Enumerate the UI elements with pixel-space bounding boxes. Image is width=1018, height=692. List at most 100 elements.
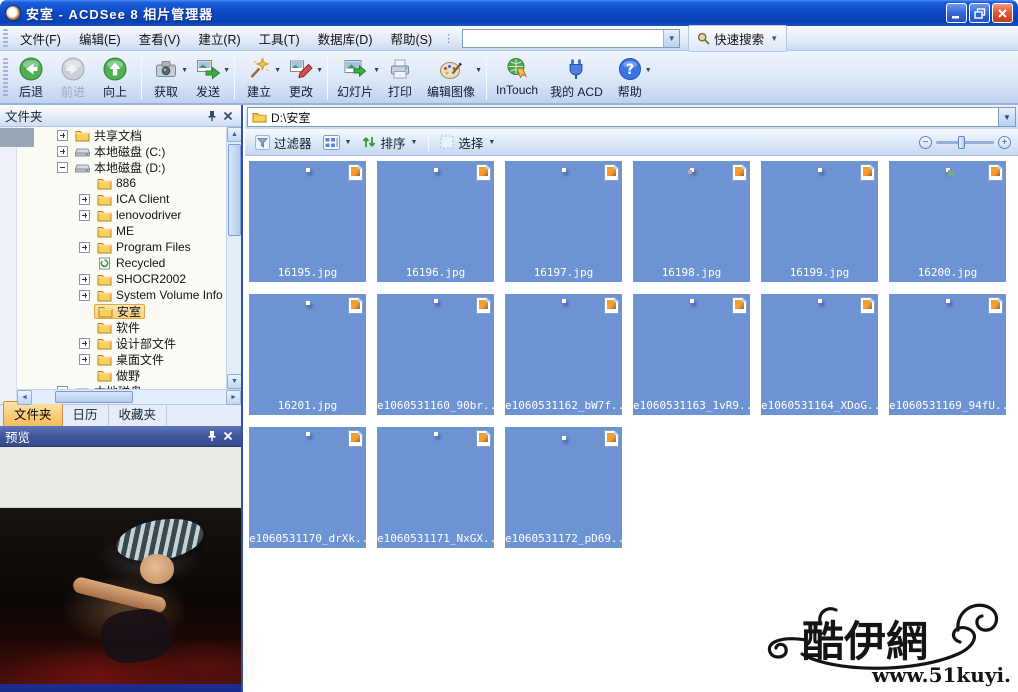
edit-image-button[interactable]: 编辑图像▼ [422,55,482,100]
tree-item-软件[interactable]: 软件 [17,319,241,335]
tree-item-886[interactable]: 886 [17,175,241,191]
address-dropdown-icon[interactable]: ▼ [999,107,1016,127]
menu-item-3[interactable]: 查看(V) [130,29,190,51]
combobox-dropdown-icon[interactable]: ▼ [663,30,679,47]
expand-icon[interactable] [79,290,90,301]
minimize-button[interactable] [946,3,967,23]
thumbnail-16200-jpg[interactable]: 16200.jpg [889,161,1006,282]
send-button[interactable]: 发送▼ [188,55,230,100]
preview-image[interactable] [0,508,241,684]
tab-文件夹[interactable]: 文件夹 [3,401,63,426]
up-button[interactable]: 向上 [95,55,137,100]
menu-item-4[interactable]: 建立(R) [189,29,249,51]
menu-overflow-icon[interactable]: ⋮ [443,32,454,45]
tree-item-本地磁盘-C-[interactable]: 本地磁盘 (C:) [17,143,241,159]
menu-item-1[interactable]: 文件(F) [11,29,70,51]
menu-item-2[interactable]: 编辑(E) [70,29,130,51]
tab-收藏夹[interactable]: 收藏夹 [109,402,168,426]
zoom-out-icon[interactable]: − [919,136,932,149]
scroll-right-icon[interactable]: ► [226,390,241,405]
slider-thumb[interactable] [958,136,965,149]
scroll-left-icon[interactable]: ◄ [17,390,32,405]
print-button[interactable]: 打印 [380,55,422,100]
thumbnail-e1060531170_drXk-[interactable]: e1060531170_drXk... [249,427,366,548]
select-dropdown-icon[interactable]: ▼ [488,139,495,146]
close-button[interactable] [992,3,1013,23]
intouch-button[interactable]: InTouch [491,55,545,100]
tree-horizontal-scrollbar[interactable]: ◄ ► [17,389,241,404]
zoom-in-icon[interactable]: + [998,136,1011,149]
search-combobox[interactable]: ▼ [462,29,680,48]
tree-item-安室[interactable]: 安室 [17,303,241,319]
back-button[interactable]: 后退 [11,55,53,100]
modify-dropdown-icon[interactable]: ▼ [316,67,323,74]
thumbnail-e1060531162_bW7f-[interactable]: e1060531162_bW7f... [505,294,622,415]
sort-dropdown-icon[interactable]: ▼ [410,139,417,146]
send-dropdown-icon[interactable]: ▼ [223,67,230,74]
select-button[interactable]: 选择 ▼ [437,131,498,154]
expand-icon[interactable] [57,146,68,157]
tree-vertical-scrollbar[interactable]: ▲ ▼ [226,127,241,389]
edit-image-dropdown-icon[interactable]: ▼ [475,67,482,74]
my-acd-button[interactable]: 我的 ACD [545,55,610,100]
thumbnail-16195-jpg[interactable]: 16195.jpg [249,161,366,282]
help-button[interactable]: ?帮助▼ [610,55,652,100]
tree-vscroll-thumb[interactable] [228,144,241,236]
tree-item-桌面文件[interactable]: 桌面文件 [17,351,241,367]
modify-button[interactable]: 更改▼ [281,55,323,100]
toolbar-grip[interactable] [3,29,8,47]
tree-item-ICA-Client[interactable]: ICA Client [17,191,241,207]
slideshow-button[interactable]: 幻灯片▼ [332,55,380,100]
scroll-up-icon[interactable]: ▲ [227,127,241,142]
preview-pin-icon[interactable] [204,429,220,444]
thumbnail-16199-jpg[interactable]: 16199.jpg [761,161,878,282]
pin-icon[interactable] [204,108,220,123]
expand-icon[interactable] [79,210,90,221]
filter-button[interactable]: 过滤器 [252,131,315,154]
thumbnail-e1060531163_1vR9-[interactable]: e1060531163_1vR9... [633,294,750,415]
restore-button[interactable] [969,3,990,23]
acquire-dropdown-icon[interactable]: ▼ [181,67,188,74]
tab-日历[interactable]: 日历 [63,402,109,426]
slider-track[interactable] [936,141,994,144]
expand-icon[interactable] [79,242,90,253]
expand-icon[interactable] [79,194,90,205]
tree-item-设计部文件[interactable]: 设计部文件 [17,335,241,351]
tree-hscroll-thumb[interactable] [55,391,133,403]
thumbnail-e1060531171_NxGX-[interactable]: e1060531171_NxGX... [377,427,494,548]
view-mode-dropdown-icon[interactable]: ▼ [345,139,352,146]
create-dropdown-icon[interactable]: ▼ [274,67,281,74]
collapse-icon[interactable] [57,162,68,173]
create-button[interactable]: 建立▼ [239,55,281,100]
thumbnail-e1060531164_XDoG-[interactable]: e1060531164_XDoG... [761,294,878,415]
menu-item-5[interactable]: 工具(T) [250,29,309,51]
scroll-down-icon[interactable]: ▼ [227,374,241,389]
expand-icon[interactable] [79,338,90,349]
thumbnail-16201-jpg[interactable]: 16201.jpg [249,294,366,415]
menu-item-6[interactable]: 数据库(D) [309,29,382,51]
thumbnail-e1060531172_pD69-[interactable]: e1060531172_pD69... [505,427,622,548]
address-field[interactable]: D:\安室 [247,107,999,127]
expand-icon[interactable] [79,274,90,285]
tree-item-做野[interactable]: 做野 [17,367,241,383]
help-dropdown-icon[interactable]: ▼ [645,67,652,74]
toolbar-grip2[interactable] [3,58,8,98]
tree-item-共享文档[interactable]: 共享文档 [17,127,241,143]
tree-item-SHOCR2002[interactable]: SHOCR2002 [17,271,241,287]
tree-item-Program-Files[interactable]: Program Files [17,239,241,255]
tree-item-ME[interactable]: ME [17,223,241,239]
quick-search-button[interactable]: 快速搜索 ▼ [688,25,787,52]
thumbnail-16198-jpg[interactable]: 16198.jpg [633,161,750,282]
close-panel-icon[interactable] [220,108,236,123]
menu-item-7[interactable]: 帮助(S) [382,29,442,51]
view-mode-button[interactable]: ▼ [320,133,355,152]
sort-button[interactable]: 排序 ▼ [359,131,420,154]
expand-icon[interactable] [79,354,90,365]
tree-item-本地磁盘-D-[interactable]: 本地磁盘 (D:) [17,159,241,175]
expand-icon[interactable] [57,130,68,141]
thumbnail-16197-jpg[interactable]: 16197.jpg [505,161,622,282]
slideshow-dropdown-icon[interactable]: ▼ [373,67,380,74]
thumbnail-e1060531169_94fU-[interactable]: e1060531169_94fU... [889,294,1006,415]
tree-item-lenovodriver[interactable]: lenovodriver [17,207,241,223]
thumbnail-e1060531160_90br-[interactable]: e1060531160_90br... [377,294,494,415]
